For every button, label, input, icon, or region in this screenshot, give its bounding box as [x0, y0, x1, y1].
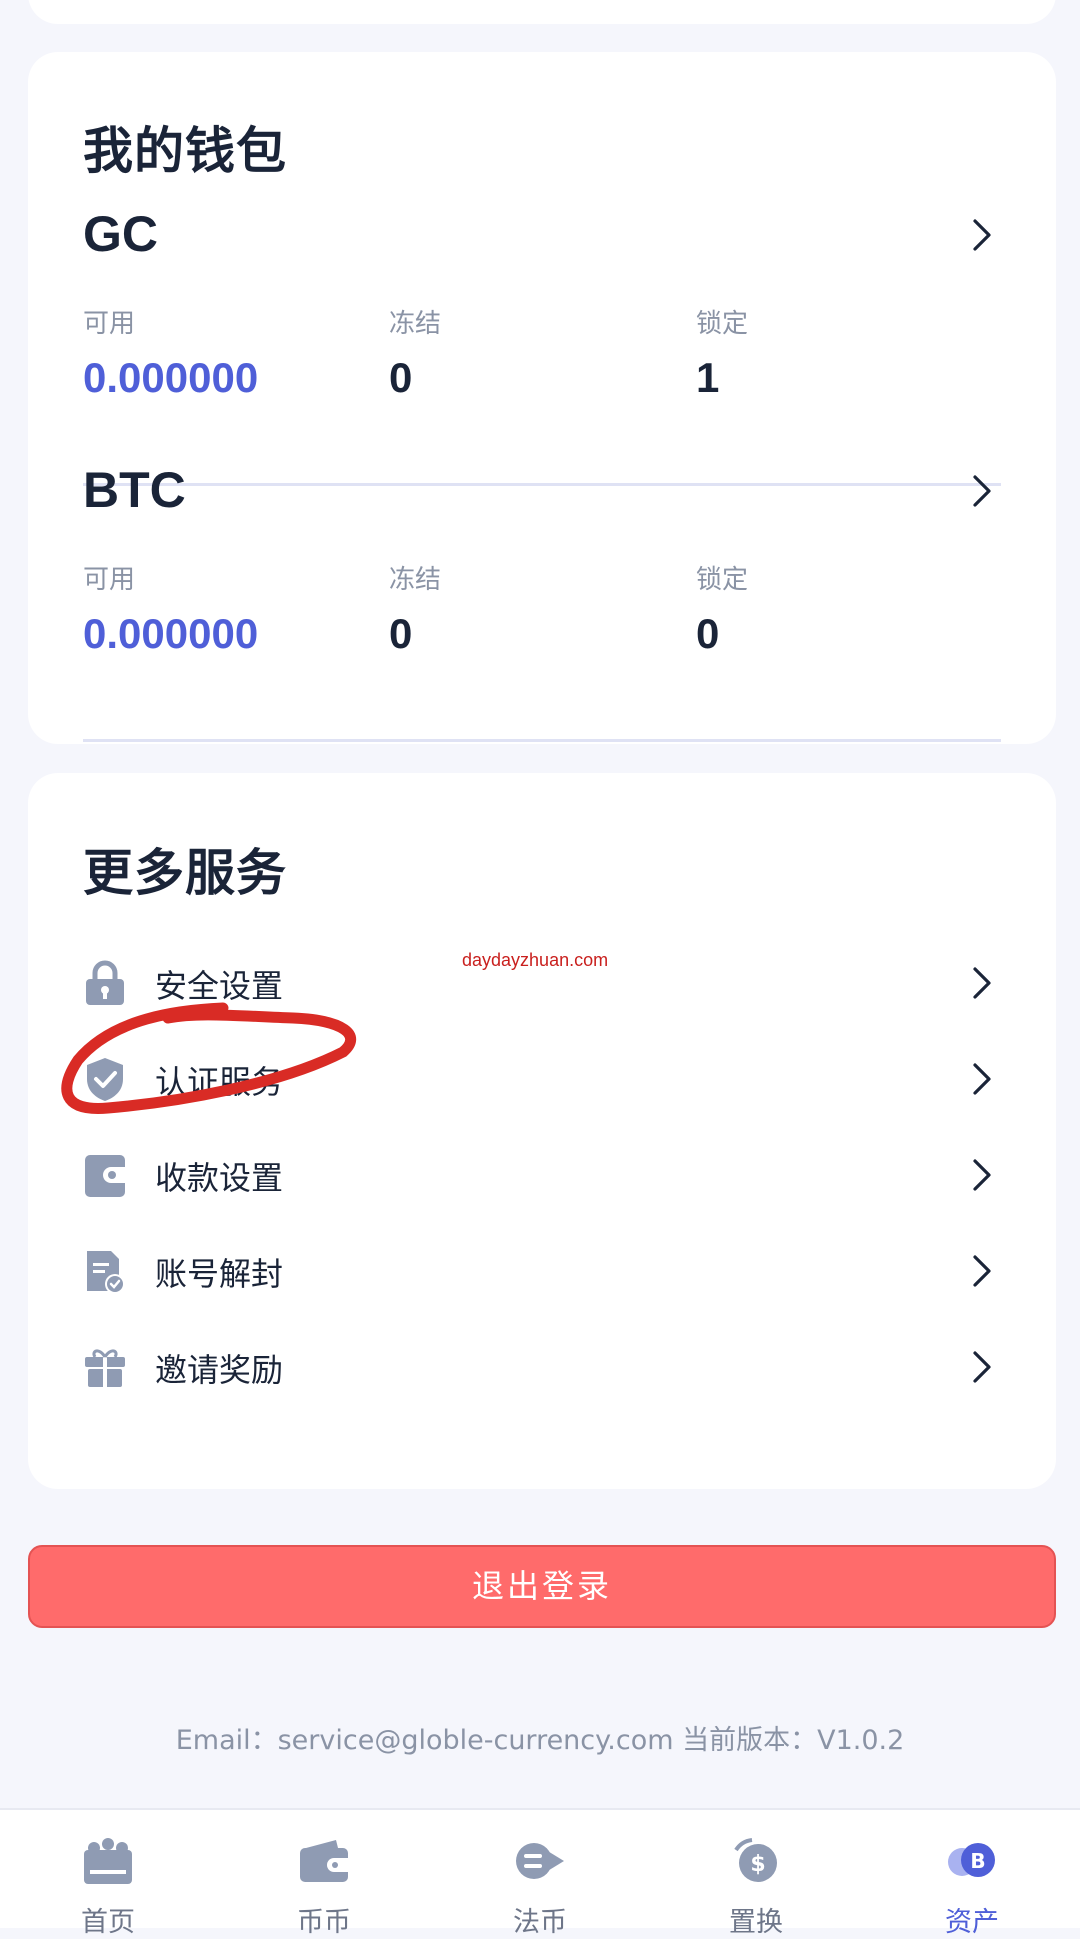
svg-text:B: B	[970, 1849, 985, 1873]
service-label: 账号解封	[155, 1255, 284, 1293]
frozen-value: 0	[389, 610, 413, 657]
tab-label: 置换	[729, 1907, 783, 1938]
bitcoin-asset-icon: B	[948, 1843, 995, 1877]
frozen-column: 冻结 0	[389, 303, 441, 402]
coin-name: GC	[83, 206, 158, 262]
available-label: 可用	[83, 309, 136, 339]
red-circle-annotation	[61, 1002, 357, 1114]
chevron-right-icon[interactable]	[961, 1155, 1001, 1195]
available-value: 0.000000	[83, 610, 259, 657]
frozen-label: 冻结	[389, 565, 442, 595]
divider	[83, 739, 1001, 742]
locked-column: 锁定 1	[696, 303, 748, 402]
locked-value: 0	[696, 610, 720, 657]
wallet-card: 我的钱包 GC 可用 0.000000 冻结 0 锁定 1 BTC 可用 0.0…	[28, 52, 1056, 744]
tab-label: 法币	[513, 1907, 567, 1938]
watermark-text: daydayzhuan.com	[462, 950, 609, 970]
chevron-right-icon[interactable]	[961, 1347, 1001, 1387]
tab-home[interactable]: 首页	[48, 1836, 168, 1939]
service-label: 邀请奖励	[155, 1351, 284, 1389]
document-check-icon	[87, 1251, 125, 1294]
chevron-right-icon[interactable]	[961, 215, 1001, 255]
frozen-value: 0	[389, 354, 413, 401]
coin-name: BTC	[83, 462, 186, 518]
tab-label: 首页	[81, 1907, 135, 1938]
chevron-right-icon[interactable]	[961, 963, 1001, 1003]
top-card-edge	[28, 0, 1056, 24]
svg-text:$: $	[750, 1852, 765, 1877]
locked-label: 锁定	[696, 565, 749, 595]
tab-fiat[interactable]: 法币	[480, 1836, 600, 1939]
divider	[83, 483, 1001, 486]
frozen-label: 冻结	[389, 309, 442, 339]
chevron-right-icon[interactable]	[961, 1059, 1001, 1099]
locked-label: 锁定	[696, 309, 749, 339]
tab-spot[interactable]: 币币	[264, 1836, 384, 1939]
tab-assets[interactable]: B 资产	[912, 1836, 1032, 1939]
gift-icon	[85, 1349, 125, 1387]
logout-button[interactable]: 退出登录	[28, 1545, 1056, 1628]
available-column: 可用 0.000000	[83, 559, 258, 658]
wallet-title: 我的钱包	[83, 122, 287, 180]
home-icon	[84, 1838, 132, 1884]
service-item-payment[interactable]: 收款设置	[83, 1127, 1001, 1223]
service-label: 收款设置	[155, 1159, 284, 1197]
locked-value: 1	[696, 354, 720, 401]
wallet-icon	[85, 1155, 125, 1197]
tab-label: 币币	[297, 1907, 351, 1938]
service-item-unblock[interactable]: 账号解封	[83, 1223, 1001, 1319]
locked-column: 锁定 0	[696, 559, 748, 658]
services-card: 更多服务 安全设置 认证服务 收款设置 账号解封 邀请奖励	[28, 773, 1056, 1489]
tab-label: 资产	[945, 1907, 999, 1938]
service-item-invite[interactable]: 邀请奖励	[83, 1319, 1001, 1415]
frozen-column: 冻结 0	[389, 559, 441, 658]
bottom-tab-bar: 首页 币币 法币 $ 置换 B 资产	[0, 1808, 1080, 1938]
footer-info: Email：service@globle-currency.com 当前版本：V…	[175, 1725, 905, 1756]
chevron-right-icon[interactable]	[961, 471, 1001, 511]
available-value: 0.000000	[83, 354, 259, 401]
exchange-icon	[516, 1843, 564, 1879]
swap-dollar-icon: $	[734, 1838, 777, 1882]
chevron-right-icon[interactable]	[961, 1251, 1001, 1291]
wallet-icon	[300, 1840, 348, 1882]
available-column: 可用 0.000000	[83, 303, 258, 402]
tab-swap[interactable]: $ 置换	[696, 1836, 816, 1939]
available-label: 可用	[83, 565, 136, 595]
services-title: 更多服务	[83, 844, 287, 902]
